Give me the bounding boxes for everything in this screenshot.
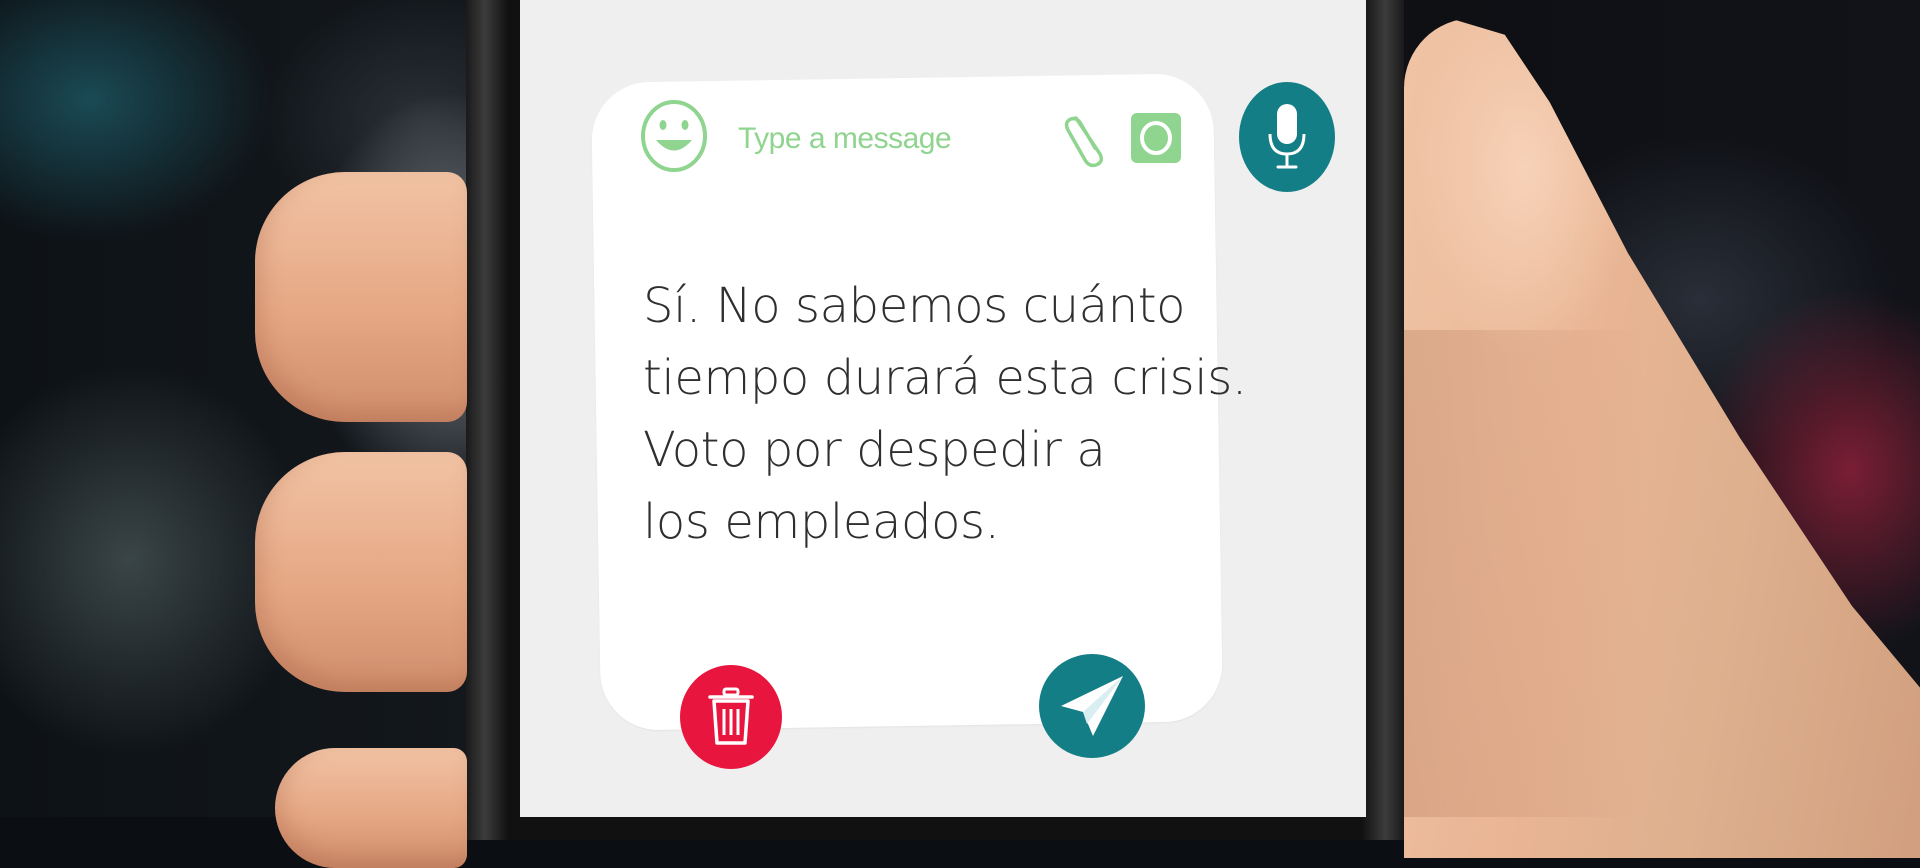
microphone-button[interactable]	[1239, 82, 1335, 192]
finger	[255, 172, 467, 422]
thumb-shadow	[1404, 330, 1644, 817]
microphone-icon	[1268, 104, 1306, 169]
finger	[255, 452, 467, 692]
message-line: Sí. No sabemos cuánto	[643, 278, 1186, 334]
paperclip-icon[interactable]	[1062, 110, 1110, 168]
delete-button[interactable]	[680, 665, 782, 769]
message-line: Voto por despedir a	[643, 422, 1106, 478]
camera-icon[interactable]	[1130, 112, 1182, 164]
smiley-face-icon[interactable]	[640, 99, 708, 173]
message-line: tiempo durará esta crisis.	[643, 350, 1247, 406]
message-input[interactable]: Type a message	[738, 122, 952, 156]
trash-icon	[708, 687, 754, 745]
paper-plane-icon	[1061, 676, 1123, 736]
message-draft-text: Sí. No sabemos cuánto tiempo durará esta…	[643, 270, 1247, 558]
finger	[275, 748, 467, 868]
send-button[interactable]	[1039, 654, 1145, 758]
message-line: los empleados.	[643, 494, 1000, 550]
